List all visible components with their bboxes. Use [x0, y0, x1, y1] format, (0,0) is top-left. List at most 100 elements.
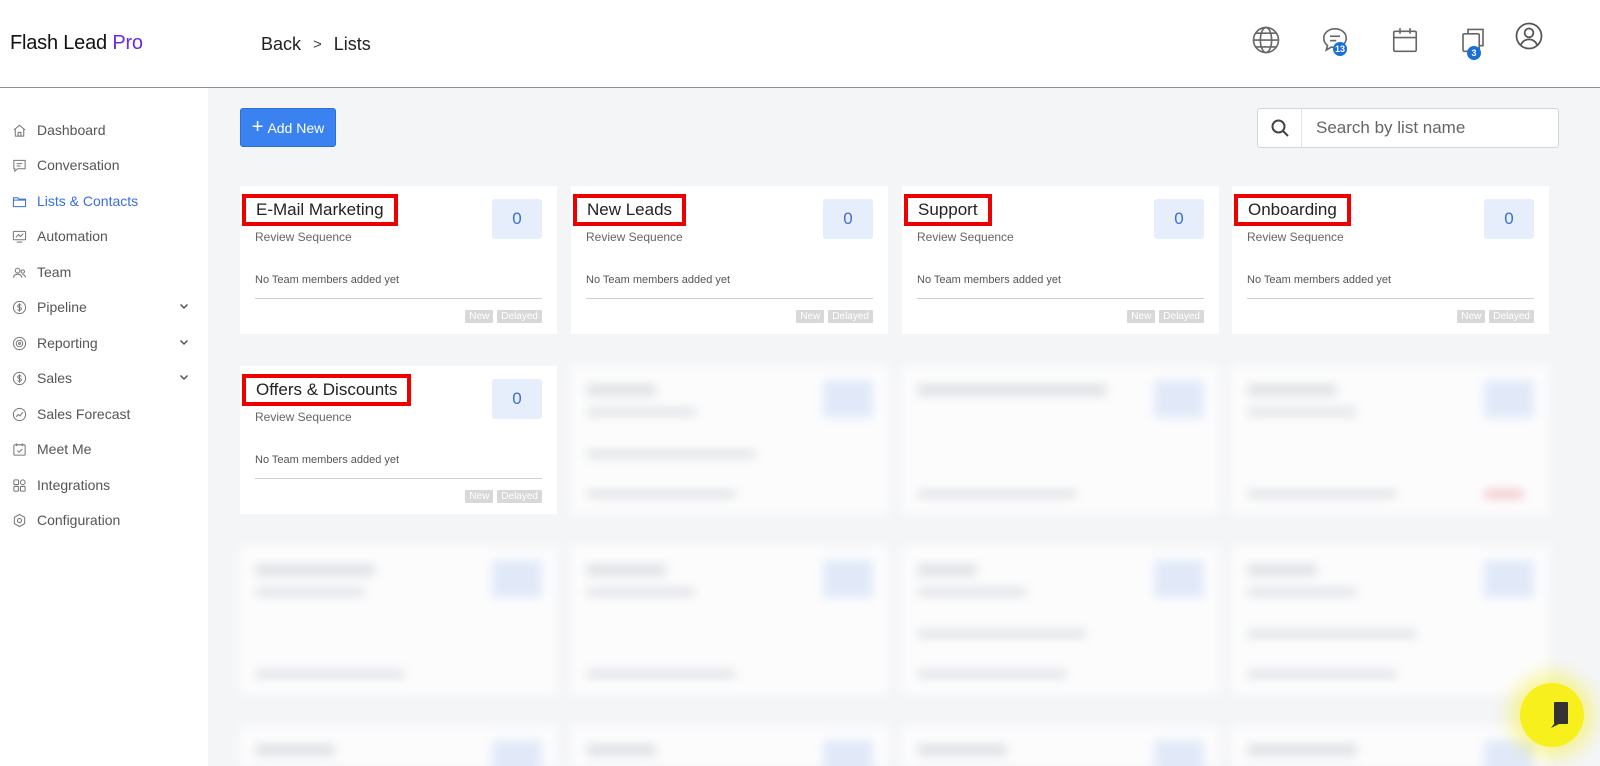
calendar-icon[interactable] [1387, 22, 1423, 58]
blurred-list-card [1232, 726, 1549, 766]
target-icon [12, 336, 27, 350]
messages-icon[interactable]: 13 [1317, 22, 1353, 58]
tag-new: New [796, 310, 825, 323]
list-card-count[interactable]: 0 [823, 199, 873, 239]
list-card-sequence: Review Sequence [1247, 230, 1344, 244]
blurred-list-card [571, 546, 888, 694]
list-card-count[interactable]: 0 [1154, 199, 1204, 239]
list-card-tags: New Delayed [1127, 310, 1204, 323]
sidebar-item-pipeline[interactable]: Pipeline [0, 292, 208, 322]
list-card-tags: New Delayed [465, 310, 542, 323]
forecast-icon [12, 407, 27, 421]
blurred-list-card [571, 366, 888, 514]
list-card-team-note: No Team members added yet [586, 274, 731, 286]
sidebar-item-sales[interactable]: Sales [0, 363, 208, 393]
chevron-down-icon[interactable] [178, 300, 190, 312]
sidebar-item-label: Pipeline [37, 299, 87, 315]
blurred-list-card [1232, 546, 1549, 694]
search-input[interactable] [1302, 118, 1542, 138]
sidebar-item-team[interactable]: Team [0, 257, 208, 287]
sidebar-item-label: Sales [37, 370, 73, 386]
sidebar-item-label: Dashboard [37, 122, 106, 138]
sidebar-item-configuration[interactable]: Configuration [0, 505, 208, 535]
top-bar: Flash Lead Pro Back > Lists 13 3 [0, 0, 1600, 88]
chat-bubble-icon [1551, 702, 1568, 728]
integrations-icon [13, 478, 26, 492]
sidebar-item-label: Configuration [37, 512, 121, 528]
list-card-title[interactable]: New Leads [573, 194, 687, 226]
list-card-count[interactable]: 0 [492, 379, 542, 419]
blurred-list-card [902, 366, 1219, 514]
home-icon [13, 124, 26, 137]
tag-new: New [465, 490, 494, 503]
list-card-team-note: No Team members added yet [255, 274, 400, 286]
list-card-sequence: Review Sequence [917, 230, 1014, 244]
sidebar-item-sales-forecast[interactable]: Sales Forecast [0, 399, 208, 429]
sidebar: Dashboard Conversation Lists & Contacts … [0, 88, 208, 766]
tag-new: New [465, 310, 494, 323]
tag-delayed: Delayed [1159, 310, 1204, 323]
sidebar-item-meet-me[interactable]: Meet Me [0, 434, 208, 464]
list-card-new-leads[interactable]: New Leads Review Sequence 0 No Team memb… [571, 186, 888, 334]
calendar-check-icon [13, 442, 26, 456]
sidebar-item-dashboard[interactable]: Dashboard [0, 115, 208, 145]
settings-icon [13, 513, 26, 527]
user-avatar-icon[interactable] [1511, 18, 1547, 54]
search-box [1257, 108, 1559, 148]
add-new-label: Add New [267, 119, 325, 136]
add-new-button[interactable]: + Add New [240, 108, 336, 147]
messages-badge: 13 [1333, 42, 1348, 56]
blurred-list-card [902, 546, 1219, 694]
tag-new: New [1127, 310, 1156, 323]
sidebar-item-label: Reporting [37, 335, 98, 351]
plus-icon: + [251, 115, 264, 138]
chat-icon [13, 159, 26, 172]
list-card-count[interactable]: 0 [492, 199, 542, 239]
sidebar-item-label: Conversation [37, 157, 120, 173]
list-card-title[interactable]: Onboarding [1234, 194, 1351, 226]
globe-icon[interactable] [1248, 22, 1284, 58]
tag-delayed: Delayed [828, 310, 873, 323]
list-card-divider [255, 298, 542, 299]
list-card-title[interactable]: E-Mail Marketing [242, 194, 398, 226]
list-card-sequence: Review Sequence [255, 230, 352, 244]
folder-icon [12, 196, 27, 207]
list-card-divider [586, 298, 873, 299]
sidebar-item-lists-contacts[interactable]: Lists & Contacts [0, 186, 208, 216]
list-card-divider [917, 298, 1204, 299]
sidebar-item-label: Meet Me [37, 441, 92, 457]
copies-badge: 3 [1467, 46, 1481, 60]
tag-delayed: Delayed [497, 310, 542, 323]
list-card-offers-discounts[interactable]: Offers & Discounts Review Sequence 0 No … [240, 366, 557, 514]
list-card-divider [255, 478, 542, 479]
chevron-down-icon[interactable] [178, 336, 190, 348]
help-chat-bubble[interactable] [1520, 683, 1584, 747]
dollar-icon [12, 371, 27, 385]
list-card-tags: New Delayed [465, 490, 542, 503]
list-card-support[interactable]: Support Review Sequence 0 No Team member… [902, 186, 1219, 334]
list-card-email-marketing[interactable]: E-Mail Marketing Review Sequence 0 No Te… [240, 186, 557, 334]
blurred-list-card [902, 726, 1219, 766]
list-card-sequence: Review Sequence [586, 230, 683, 244]
list-card-count[interactable]: 0 [1484, 199, 1534, 239]
list-card-title[interactable]: Offers & Discounts [242, 374, 412, 406]
chevron-down-icon[interactable] [178, 371, 190, 383]
sidebar-item-integrations[interactable]: Integrations [0, 470, 208, 500]
search-icon[interactable] [1258, 109, 1302, 147]
blurred-list-card [1232, 366, 1549, 514]
tag-delayed: Delayed [1489, 310, 1534, 323]
copies-icon[interactable]: 3 [1455, 22, 1491, 60]
sidebar-item-automation[interactable]: Automation [0, 221, 208, 251]
tag-new: New [1457, 310, 1486, 323]
blurred-list-card [240, 726, 557, 766]
list-card-title[interactable]: Support [904, 194, 992, 226]
sidebar-item-conversation[interactable]: Conversation [0, 150, 208, 180]
sidebar-item-reporting[interactable]: Reporting [0, 328, 208, 358]
list-card-onboarding[interactable]: Onboarding Review Sequence 0 No Team mem… [1232, 186, 1549, 334]
blurred-list-card [240, 546, 557, 694]
sidebar-item-label: Lists & Contacts [37, 193, 139, 209]
tag-delayed: Delayed [497, 490, 542, 503]
list-card-team-note: No Team members added yet [1247, 274, 1392, 286]
header-actions: 13 3 [0, 22, 1600, 62]
sidebar-item-label: Team [37, 264, 72, 280]
